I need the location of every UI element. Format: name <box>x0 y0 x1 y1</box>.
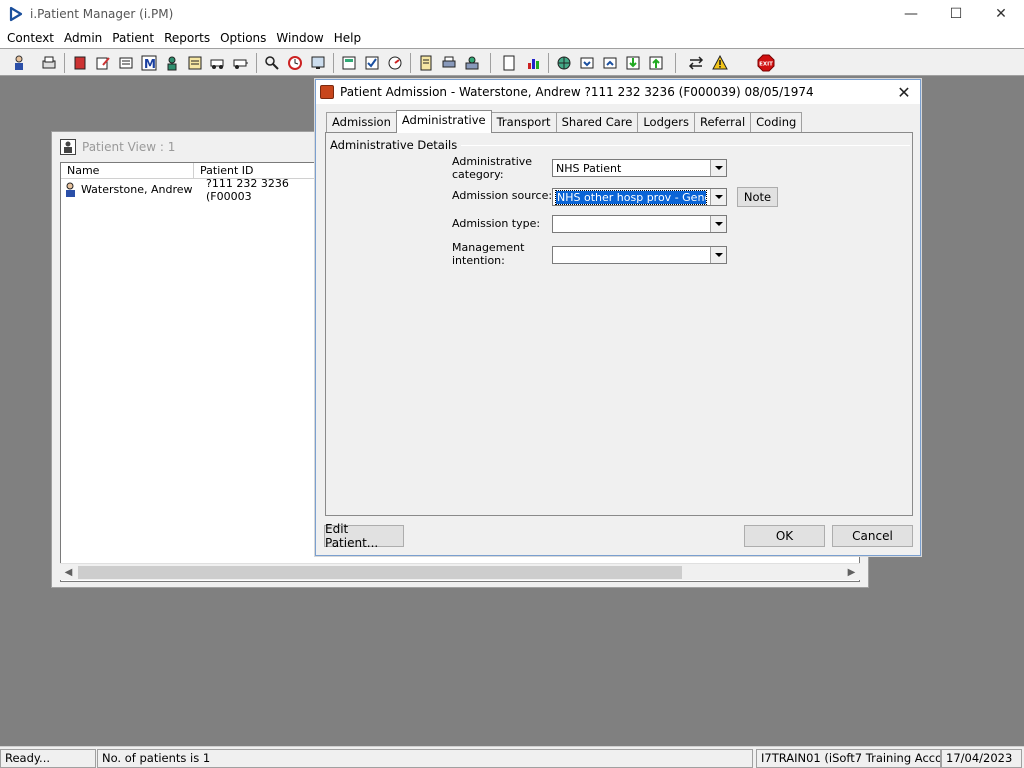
table-row[interactable]: Waterstone, Andrew ?111 232 3236 (F00003 <box>63 177 326 203</box>
edit-patient-button[interactable]: Edit Patient... <box>324 522 404 550</box>
notes-icon[interactable] <box>184 52 206 74</box>
globe-icon[interactable] <box>553 52 575 74</box>
edit-note-icon[interactable] <box>92 52 114 74</box>
app-logo-icon <box>9 6 23 22</box>
app-title: i.Patient Manager (i.PM) <box>30 7 174 21</box>
report-icon[interactable] <box>115 52 137 74</box>
monitor-icon[interactable] <box>307 52 329 74</box>
maximize-button[interactable]: ☐ <box>933 0 979 28</box>
status-date: 17/04/2023 <box>941 749 1022 768</box>
dialog-title: Patient Admission - Waterstone, Andrew ?… <box>340 85 814 99</box>
warning-icon[interactable] <box>709 52 731 74</box>
download-green-icon[interactable] <box>622 52 644 74</box>
chevron-down-icon[interactable] <box>710 189 726 205</box>
chevron-down-icon[interactable] <box>710 160 726 176</box>
tab-coding[interactable]: Coding <box>750 112 803 132</box>
tab-transport[interactable]: Transport <box>490 112 557 132</box>
transfer-icon[interactable] <box>230 52 252 74</box>
upload-green-icon[interactable] <box>645 52 667 74</box>
minimize-button[interactable]: — <box>888 0 934 28</box>
management-intention-select[interactable] <box>552 246 727 264</box>
list-icon[interactable] <box>338 52 360 74</box>
admission-source-select[interactable]: NHS other hosp prov - General <box>552 188 727 206</box>
patient-id-cell: ?111 232 3236 (F00003 <box>206 176 289 203</box>
briefcase-icon <box>320 85 334 99</box>
menu-bar: Context Admin Patient Reports Options Wi… <box>0 28 1024 48</box>
cancel-button[interactable]: Cancel <box>832 525 913 547</box>
toolbar: M EXIT <box>0 48 1024 76</box>
letter-m-icon[interactable]: M <box>138 52 160 74</box>
status-text: Ready... <box>0 749 96 768</box>
search-cross-icon[interactable] <box>261 52 283 74</box>
admin-category-label: Administrative category: <box>452 155 533 181</box>
tab-shared-care[interactable]: Shared Care <box>555 112 639 132</box>
menu-admin[interactable]: Admin <box>59 31 107 45</box>
print-icon[interactable] <box>38 52 60 74</box>
patient-name-cell: Waterstone, Andrew <box>81 183 193 196</box>
close-button[interactable]: ✕ <box>978 0 1024 28</box>
document-icon[interactable] <box>415 52 437 74</box>
ok-button[interactable]: OK <box>744 525 825 547</box>
tab-admission[interactable]: Admission <box>326 112 397 132</box>
ambulance-icon[interactable] <box>207 52 229 74</box>
patient-search-icon[interactable] <box>8 52 30 74</box>
swap-icon[interactable] <box>685 52 707 74</box>
patient-view-title: Patient View : 1 <box>82 140 176 154</box>
column-header-name[interactable]: Name <box>61 163 194 179</box>
person-icon[interactable] <box>161 52 183 74</box>
patient-admission-dialog: Patient Admission - Waterstone, Andrew ?… <box>315 79 921 556</box>
patient-count: No. of patients is 1 <box>97 749 753 768</box>
menu-patient[interactable]: Patient <box>107 31 159 45</box>
account-info: I7TRAIN01 (iSoft7 Training Account) <box>756 749 941 768</box>
chevron-down-icon[interactable] <box>710 247 726 263</box>
tree-icon[interactable] <box>461 52 483 74</box>
horizontal-scrollbar[interactable]: ◀ ▶ <box>60 563 860 580</box>
admission-type-select[interactable] <box>552 215 727 233</box>
management-intention-label: Management intention: <box>452 241 525 267</box>
group-divider <box>426 145 910 146</box>
outbox-icon[interactable] <box>599 52 621 74</box>
svg-text:M: M <box>144 57 156 71</box>
menu-help[interactable]: Help <box>329 31 366 45</box>
group-title: Administrative Details <box>330 138 462 152</box>
menu-context[interactable]: Context <box>2 31 59 45</box>
menu-window[interactable]: Window <box>271 31 328 45</box>
admission-source-value: NHS other hosp prov - General <box>555 190 707 205</box>
tab-referral[interactable]: Referral <box>693 112 752 132</box>
tab-lodgers[interactable]: Lodgers <box>637 112 695 132</box>
admin-category-select[interactable]: NHS Patient <box>552 159 727 177</box>
scroll-right-icon[interactable]: ▶ <box>843 564 860 581</box>
menu-options[interactable]: Options <box>215 31 271 45</box>
menu-reports[interactable]: Reports <box>159 31 215 45</box>
tab-administrative[interactable]: Administrative <box>395 110 492 133</box>
gauge-icon[interactable] <box>384 52 406 74</box>
inbox-icon[interactable] <box>576 52 598 74</box>
status-bar: Ready... No. of patients is 1 I7TRAIN01 … <box>0 746 1024 768</box>
exit-icon[interactable]: EXIT <box>755 52 777 74</box>
page-icon[interactable] <box>498 52 520 74</box>
admin-category-value: NHS Patient <box>556 162 622 175</box>
svg-text:EXIT: EXIT <box>759 62 773 68</box>
record-icon[interactable] <box>69 52 91 74</box>
patient-person-icon <box>66 182 75 197</box>
app-titlebar: i.Patient Manager (i.PM) — ☐ ✕ <box>0 0 1024 28</box>
clock-icon[interactable] <box>284 52 306 74</box>
check-list-icon[interactable] <box>361 52 383 74</box>
tab-strip: Admission Administrative Transport Share… <box>326 110 803 133</box>
admission-source-label: Admission source: <box>452 189 553 202</box>
dialog-close-icon[interactable]: ✕ <box>892 81 916 103</box>
dialog-titlebar[interactable]: Patient Admission - Waterstone, Andrew ?… <box>316 80 920 104</box>
note-button[interactable]: Note <box>737 187 778 207</box>
scroll-left-icon[interactable]: ◀ <box>60 564 77 581</box>
scrollbar-thumb[interactable] <box>78 566 682 579</box>
printer-icon[interactable] <box>438 52 460 74</box>
admission-type-label: Admission type: <box>452 217 541 230</box>
chart-icon[interactable] <box>523 52 545 74</box>
administrative-tab-panel: Administrative Details Administrative ca… <box>325 132 913 516</box>
patient-view-icon <box>60 139 76 155</box>
chevron-down-icon[interactable] <box>710 216 726 232</box>
